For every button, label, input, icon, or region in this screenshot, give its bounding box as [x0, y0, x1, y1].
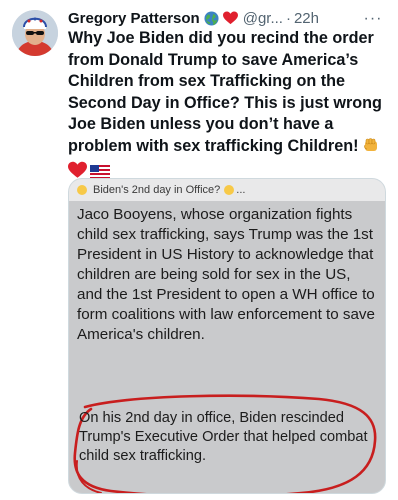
fist-icon: [362, 136, 380, 161]
separator-dot: ·: [285, 9, 291, 27]
avatar[interactable]: [12, 10, 58, 56]
tweet-text: Why Joe Biden did you recind the order f…: [68, 28, 386, 185]
timestamp[interactable]: 22h: [294, 10, 319, 27]
globe-icon: [204, 10, 219, 26]
emoji-icon: [77, 185, 87, 195]
author-name[interactable]: Gregory Patterson: [68, 10, 200, 27]
media-caption-suffix: ...: [236, 184, 246, 196]
author-handle[interactable]: @gr...: [243, 10, 283, 27]
tweet-media[interactable]: Biden's 2nd day in Office? ... Jaco Booy…: [68, 178, 386, 494]
avatar-image: [12, 10, 58, 56]
media-caption: Biden's 2nd day in Office?: [93, 184, 221, 196]
red-heart-icon: [222, 11, 238, 25]
media-header: Biden's 2nd day in Office? ...: [69, 179, 385, 201]
pointing-hand-icon: [224, 185, 235, 195]
screenshot-paragraph-1: Jaco Booyens, whose organization fights …: [77, 206, 375, 343]
tweet-header: Gregory Patterson @gr... · 22h: [68, 8, 384, 28]
more-options-icon[interactable]: ···: [362, 10, 384, 28]
screenshot-paragraph-2: On his 2nd day in office, Biden rescinde…: [79, 410, 368, 464]
media-screenshot: Jaco Booyens, whose organization fights …: [69, 201, 385, 493]
tweet-body: Why Joe Biden did you recind the order f…: [68, 29, 382, 155]
